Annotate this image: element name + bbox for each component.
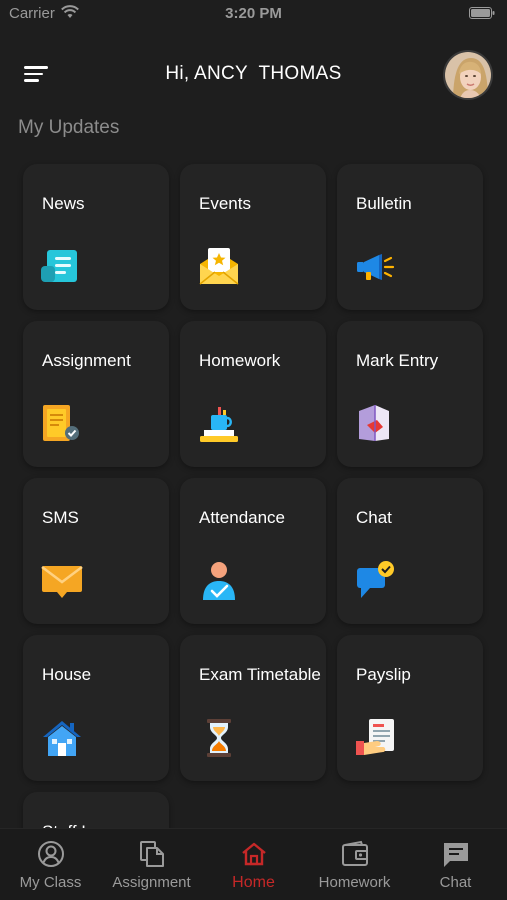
tile-label: News [42, 194, 85, 213]
tile-label: Bulletin [356, 194, 412, 213]
bottom-tab-bar: My Class Assignment Home Homework Chat [0, 828, 507, 900]
tile-exam-timetable[interactable]: Exam Timetable [180, 635, 326, 781]
tile-assignment[interactable]: Assignment [23, 321, 169, 467]
payslip-icon [356, 719, 394, 755]
tab-assignment[interactable]: Assignment [101, 829, 202, 900]
tile-payslip[interactable]: Payslip [337, 635, 483, 781]
tile-label: Exam Timetable [199, 665, 321, 684]
tile-label: Payslip [356, 665, 411, 684]
tile-label: House [42, 665, 92, 684]
assignment-tab-icon [139, 841, 164, 867]
battery-icon [469, 7, 495, 19]
section-title: My Updates [18, 117, 120, 138]
home-icon [241, 842, 266, 866]
house-icon [43, 721, 81, 756]
tab-label: Assignment [112, 874, 191, 891]
chat-tab-icon [443, 843, 468, 867]
exam-timetable-icon [207, 719, 231, 757]
tile-label: Assignment [42, 351, 131, 370]
tab-label: My Class [19, 874, 82, 891]
tab-chat[interactable]: Chat [405, 829, 506, 900]
tile-label: Mark Entry [356, 351, 439, 370]
tile-label: SMS [42, 508, 79, 527]
tile-news[interactable]: News [23, 164, 169, 310]
my-class-icon [37, 841, 64, 867]
tile-label: Attendance [199, 508, 286, 527]
greeting-title: Hi, ANCY THOMAS [165, 63, 342, 84]
mark-entry-icon [359, 405, 389, 441]
tile-label: Chat [356, 508, 392, 527]
tile-sms[interactable]: SMS [23, 478, 169, 624]
avatar[interactable] [443, 50, 493, 100]
tile-bulletin[interactable]: Bulletin [337, 164, 483, 310]
tab-homework[interactable]: Homework [304, 829, 405, 900]
tab-label: Home [232, 874, 275, 891]
tile-events[interactable]: Events [180, 164, 326, 310]
avatar-photo [445, 52, 491, 98]
chat-icon [357, 561, 394, 598]
tile-label: Homework [199, 351, 281, 370]
tab-my-class[interactable]: My Class [0, 829, 101, 900]
status-time: 3:20 PM [225, 5, 282, 22]
tile-mark-entry[interactable]: Mark Entry [337, 321, 483, 467]
assignment-icon [43, 405, 79, 441]
tab-label: Chat [439, 874, 472, 891]
news-icon [41, 250, 77, 282]
attendance-icon [203, 562, 235, 600]
app-screen: Carrier 3:20 PM Hi, ANCY THOMAS My Updat… [0, 0, 507, 900]
tile-house[interactable]: House [23, 635, 169, 781]
events-icon [199, 248, 239, 285]
tile-homework[interactable]: Homework [180, 321, 326, 467]
tab-label: Homework [318, 874, 391, 891]
status-bar: Carrier 3:20 PM [0, 0, 507, 30]
tab-home[interactable]: Home [203, 829, 304, 900]
homework-tab-icon [341, 840, 368, 866]
tile-attendance[interactable]: Attendance [180, 478, 326, 624]
tile-chat[interactable]: Chat [337, 478, 483, 624]
bulletin-icon [357, 254, 395, 280]
tile-label: Events [199, 194, 251, 213]
homework-icon [200, 407, 238, 442]
sms-icon [41, 566, 83, 598]
